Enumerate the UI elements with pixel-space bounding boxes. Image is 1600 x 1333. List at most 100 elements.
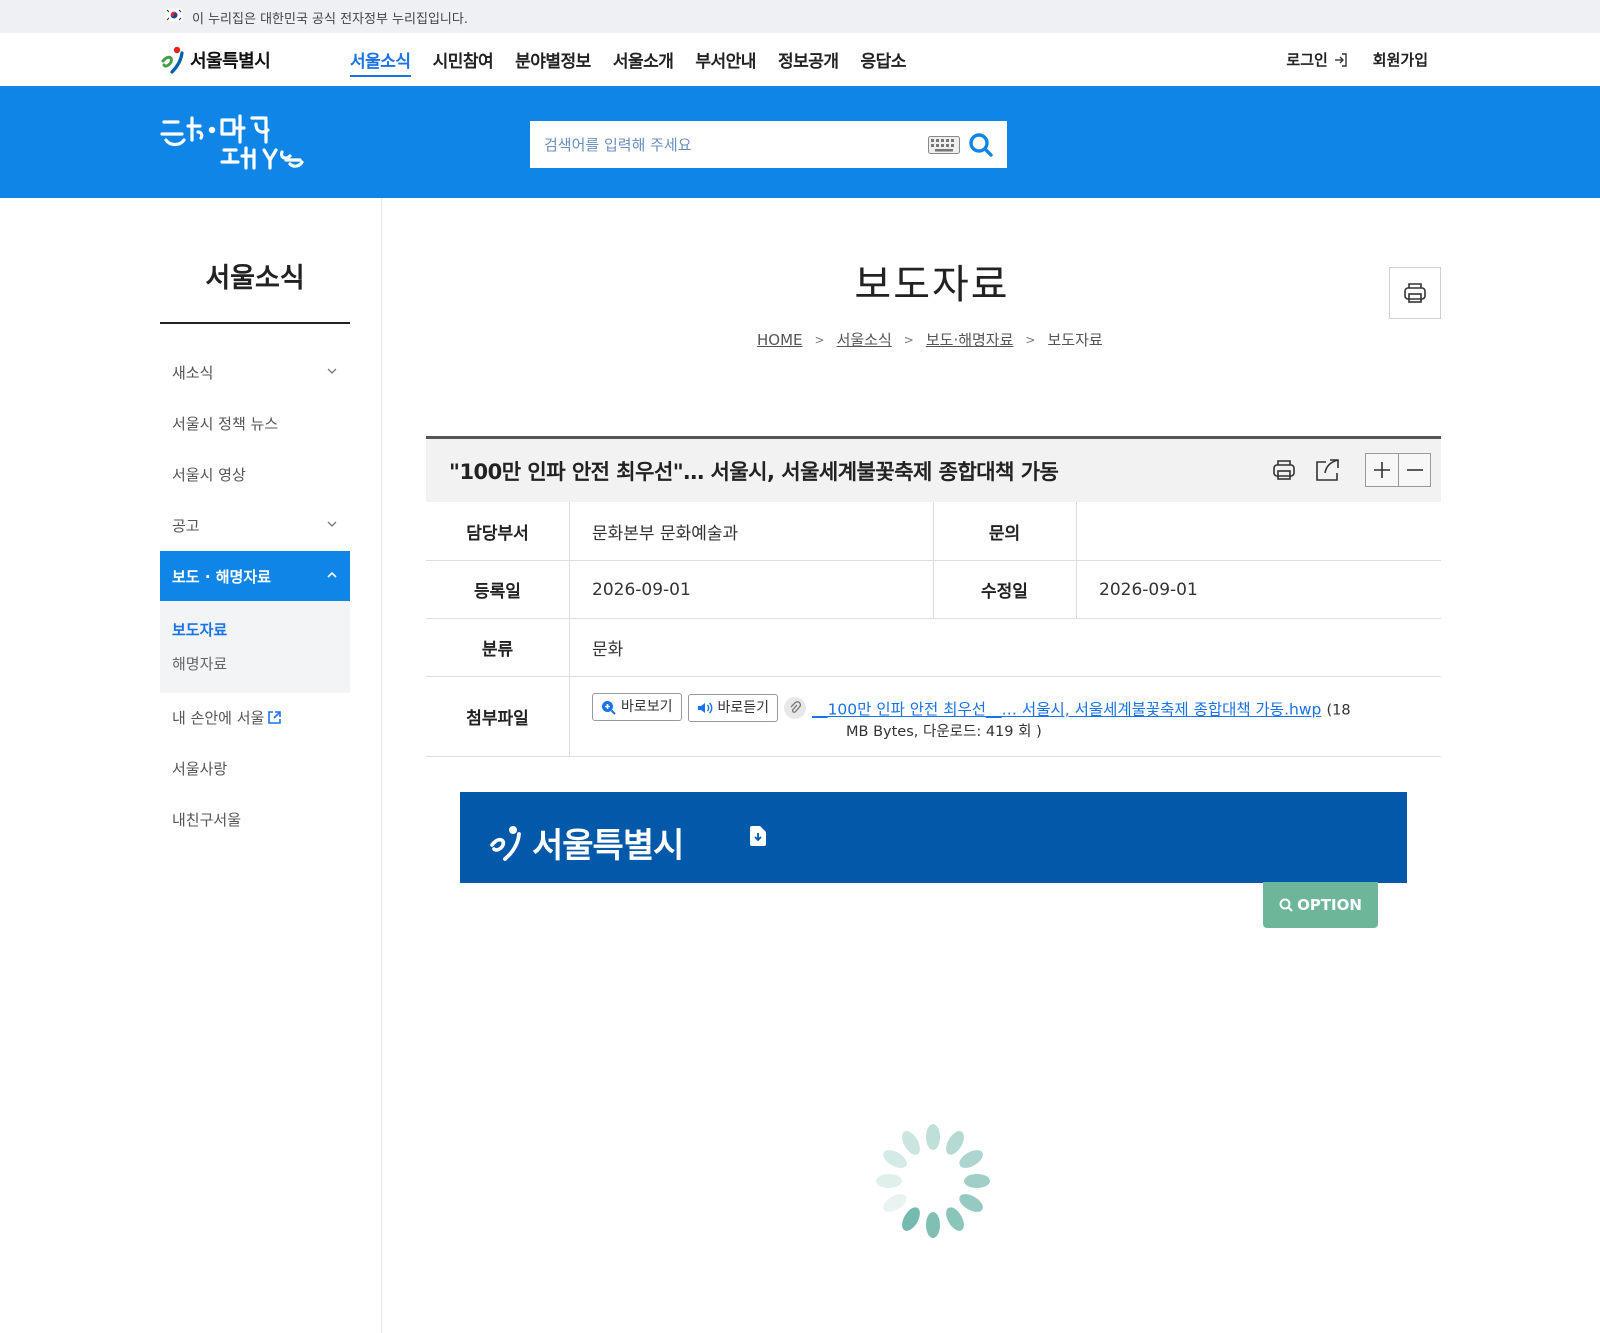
info-row-dates: 등록일 2026-09-01 수정일 2026-09-01 <box>426 561 1441 619</box>
preview-button[interactable]: 바로보기 <box>592 693 682 721</box>
sidebar-item-label: 공고 <box>172 516 200 535</box>
global-nav: 서울특별시 서울소식 시민참여 분야별정보 서울소개 부서안내 정보공개 응답소… <box>0 33 1600 87</box>
zoom-view-icon <box>602 700 616 715</box>
sidebar-submenu: 보도자료 해명자료 <box>160 601 350 693</box>
breadcrumb-current: 보도자료 <box>1047 331 1103 349</box>
chevron-right-icon: > <box>814 332 825 347</box>
download-file-icon[interactable] <box>750 826 766 846</box>
spinner-petal <box>946 1207 964 1231</box>
viewer-logo-text: 서울특별시 <box>532 826 684 866</box>
share-icon <box>1316 459 1339 481</box>
login-label: 로그인 <box>1286 51 1328 69</box>
sidebar-item-label: 새소식 <box>172 363 214 382</box>
sidebar-item-new-news[interactable]: 새소식 <box>160 347 350 397</box>
signup-link[interactable]: 회원가입 <box>1373 49 1428 70</box>
sidebar-divider <box>381 198 382 1333</box>
sidebar-item-label: 내 손안에 서울 <box>172 708 265 727</box>
article-print-button[interactable] <box>1269 455 1299 485</box>
label-modified: 수정일 <box>981 582 1028 602</box>
sidebar-item-policy-news[interactable]: 서울시 정책 뉴스 <box>160 398 350 448</box>
printer-icon <box>1404 283 1426 303</box>
article-header: "100만 인파 안전 최우선"… 서울시, 서울세계불꽃축제 종합대책 가동 <box>426 436 1441 502</box>
speaker-icon <box>697 702 712 713</box>
external-link-icon <box>268 710 282 724</box>
search-box <box>530 121 1007 168</box>
zoom-out-button[interactable] <box>1398 454 1430 486</box>
sidebar-item-notices[interactable]: 공고 <box>160 500 350 550</box>
breadcrumb-seoul-news[interactable]: 서울소식 <box>837 329 892 350</box>
menu-seoul-news[interactable]: 서울소식 <box>350 47 411 77</box>
menu-field-info[interactable]: 분야별정보 <box>515 47 591 77</box>
chevron-up-icon <box>327 571 337 578</box>
value-registered: 2026-09-01 <box>592 579 691 600</box>
keyboard-icon[interactable] <box>928 136 960 154</box>
submenu-clarification[interactable]: 해명자료 <box>172 653 227 674</box>
attachment-size-prefix: (18 <box>1326 702 1351 719</box>
breadcrumb-press-clarification[interactable]: 보도·해명자료 <box>926 329 1014 350</box>
sidebar-item-mobile-seoul[interactable]: 내 손안에 서울 <box>160 692 350 742</box>
chevron-down-icon <box>327 368 337 374</box>
main-menu: 서울소식 시민참여 분야별정보 서울소개 부서안내 정보공개 응답소 <box>350 47 928 77</box>
spinner-petal <box>876 1174 902 1188</box>
sidebar-item-videos[interactable]: 서울시 영상 <box>160 449 350 499</box>
spinner-petal <box>964 1174 990 1188</box>
info-row-attachment: 첨부파일 바로보기 바로듣기 __100만 인파 안전 최우선__… 서울시, … <box>426 677 1441 757</box>
viewer-option-button[interactable]: OPTION <box>1263 882 1378 928</box>
menu-about-seoul[interactable]: 서울소개 <box>613 47 674 77</box>
loading-spinner-icon <box>876 1124 990 1238</box>
sidebar-item-label: 서울사랑 <box>172 759 228 778</box>
logo-text: 서울특별시 <box>190 51 271 72</box>
attachment-file-link[interactable]: __100만 인파 안전 최우선__… 서울시, 서울세계불꽃축제 종합대책 가… <box>812 701 1321 719</box>
label-category: 분류 <box>481 640 514 660</box>
breadcrumb-home[interactable]: HOME <box>757 331 803 349</box>
label-contact: 문의 <box>988 523 1021 544</box>
viewer-logo: 서울특별시 <box>488 818 684 867</box>
menu-info-disclosure[interactable]: 정보공개 <box>778 47 839 77</box>
paperclip-icon <box>784 696 807 719</box>
article-share-button[interactable] <box>1313 455 1343 485</box>
page-print-button[interactable] <box>1389 267 1441 319</box>
value-dept: 문화본부 문화예술과 <box>592 523 739 544</box>
printer-icon <box>1273 460 1295 480</box>
spinner-petal <box>959 1150 983 1168</box>
sidebar-item-my-friend-seoul[interactable]: 내친구서울 <box>160 794 350 844</box>
search-icon[interactable] <box>968 132 994 158</box>
spinner-petal <box>902 1131 920 1155</box>
menu-citizen-participation[interactable]: 시민참여 <box>433 47 494 77</box>
spinner-petal <box>883 1150 907 1168</box>
article-info-table: 담당부서 문화본부 문화예술과 문의 등록일 2026-09-01 수정일 20… <box>426 502 1441 757</box>
article-tools <box>1269 453 1431 487</box>
search-input[interactable] <box>544 121 904 168</box>
submenu-press-release[interactable]: 보도자료 <box>172 619 227 640</box>
value-category: 문화 <box>592 640 624 660</box>
attachment-area: 바로보기 바로듣기 __100만 인파 안전 최우선__… 서울시, 서울세계불… <box>592 693 1432 743</box>
sidebar-title: 서울소식 <box>205 263 305 294</box>
info-row-dept: 담당부서 문화본부 문화예술과 문의 <box>426 502 1441 561</box>
login-link[interactable]: 로그인 <box>1286 49 1348 70</box>
option-label: OPTION <box>1297 896 1362 914</box>
header-band <box>0 86 1600 198</box>
sidebar-item-press-releases[interactable]: 보도 · 해명자료 <box>160 551 350 601</box>
sidebar-item-seoul-love[interactable]: 서울사랑 <box>160 743 350 793</box>
value-modified: 2026-09-01 <box>1099 579 1198 600</box>
user-links: 로그인 회원가입 <box>1286 49 1428 70</box>
label-dept: 담당부서 <box>466 523 529 544</box>
zoom-in-button[interactable] <box>1366 454 1398 486</box>
sidebar-title-underline <box>160 322 350 324</box>
spinner-petal <box>926 1124 940 1150</box>
gov-banner-text: 이 누리집은 대한민국 공식 전자정부 누리집입니다. <box>192 12 468 27</box>
chevron-down-icon <box>327 521 337 527</box>
page-title: 보도자료 <box>854 262 1010 308</box>
seoul-logo[interactable]: 서울특별시 <box>160 43 271 77</box>
label-attachment: 첨부파일 <box>466 709 529 729</box>
menu-response-center[interactable]: 응답소 <box>861 47 907 77</box>
breadcrumb: HOME > 서울소식 > 보도·해명자료 > 보도자료 <box>757 329 1103 350</box>
sidebar-item-label: 서울시 영상 <box>172 465 246 484</box>
spinner-petal <box>883 1194 907 1212</box>
preview-label: 바로보기 <box>621 699 673 715</box>
menu-departments[interactable]: 부서안내 <box>695 47 756 77</box>
listen-button[interactable]: 바로듣기 <box>687 693 779 722</box>
spinner-petal <box>902 1207 920 1231</box>
slogan-logo-icon[interactable] <box>158 110 318 174</box>
spinner-petal <box>959 1194 983 1212</box>
